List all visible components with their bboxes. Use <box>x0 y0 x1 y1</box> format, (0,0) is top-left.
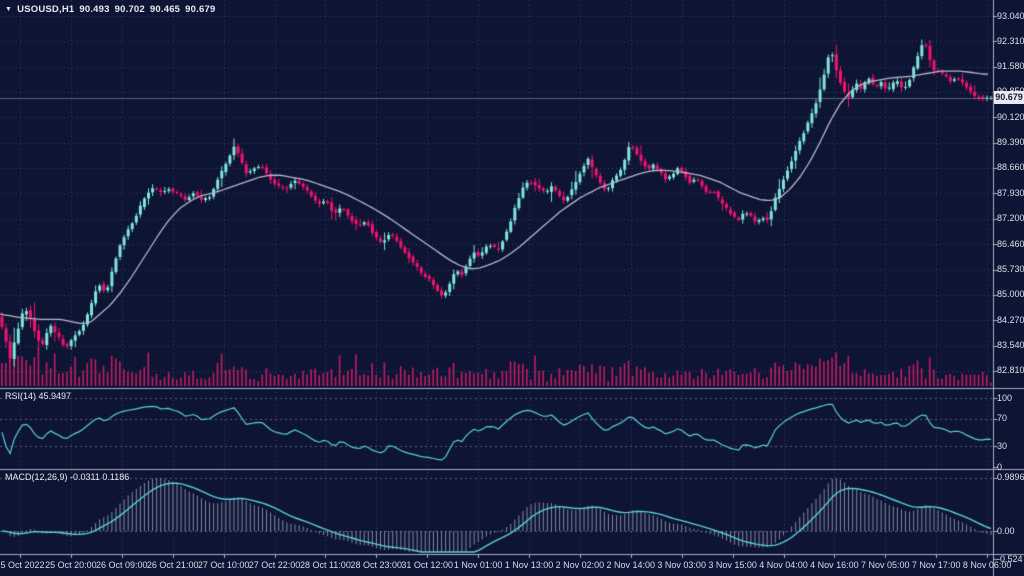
ohlc-open: 90.493 <box>79 4 109 15</box>
price-chart-canvas[interactable] <box>0 0 1024 576</box>
time-axis-label: 2 Nov 14:00 <box>607 560 656 570</box>
price-axis-label: 87.200 <box>997 213 1024 223</box>
time-axis-label: 26 Oct 21:00 <box>147 560 199 570</box>
price-axis-label: 84.270 <box>997 315 1024 325</box>
time-axis-label: 28 Oct 11:00 <box>300 560 351 570</box>
time-axis-label: 27 Oct 10:00 <box>198 560 250 570</box>
price-axis-label: 88.660 <box>997 162 1024 172</box>
current-price-tag: 90.679 <box>994 91 1024 104</box>
time-axis-label: 4 Nov 04:00 <box>759 560 808 570</box>
chart-header: ▼ USOUSD,H1 90.493 90.702 90.465 90.679 <box>5 4 215 15</box>
price-axis-label: 82.810 <box>997 365 1024 375</box>
price-axis-label: 85.730 <box>997 264 1024 274</box>
macd-indicator-label: MACD(12,26,9) -0.0311 0.1186 <box>5 472 129 482</box>
time-axis-label: 7 Nov 17:00 <box>912 560 961 570</box>
symbol-dropdown-icon[interactable]: ▼ <box>5 6 12 13</box>
time-axis-label: 31 Oct 12:00 <box>401 560 453 570</box>
ohlc-high: 90.702 <box>115 4 145 15</box>
time-axis-label: 8 Nov 06:00 <box>963 560 1012 570</box>
ohlc-close: 90.679 <box>185 4 215 15</box>
trading-chart-window: ▼ USOUSD,H1 90.493 90.702 90.465 90.679 … <box>0 0 1024 576</box>
time-axis-label: 7 Nov 05:00 <box>861 560 910 570</box>
price-axis-label: 91.580 <box>997 61 1024 71</box>
time-axis-label: 28 Oct 23:00 <box>351 560 403 570</box>
time-axis-label: 25 Oct 2022 <box>0 560 45 570</box>
macd-scale-label: 0.9896 <box>997 472 1024 482</box>
rsi-scale-label: 70 <box>997 413 1007 423</box>
price-axis-label: 93.040 <box>997 11 1024 21</box>
macd-scale-label: 0.00 <box>997 526 1015 536</box>
rsi-scale-label: 100 <box>997 393 1012 403</box>
time-axis-label: 26 Oct 09:00 <box>96 560 148 570</box>
rsi-indicator-label: RSI(14) 45.9497 <box>5 391 71 401</box>
ohlc-low: 90.465 <box>150 4 180 15</box>
rsi-scale-label: 0 <box>997 462 1002 472</box>
price-axis-label: 92.310 <box>997 36 1024 46</box>
time-axis-label: 3 Nov 15:00 <box>708 560 757 570</box>
time-axis-label: 1 Nov 01:00 <box>454 560 503 570</box>
time-axis-label: 4 Nov 16:00 <box>810 560 859 570</box>
time-axis-label: 25 Oct 20:00 <box>45 560 97 570</box>
time-axis-label: 1 Nov 13:00 <box>505 560 554 570</box>
symbol-period-label: USOUSD,H1 <box>17 4 74 15</box>
time-axis-label: 3 Nov 03:00 <box>657 560 706 570</box>
price-axis-label: 83.540 <box>997 340 1024 350</box>
price-axis-label: 90.120 <box>997 112 1024 122</box>
price-axis-label: 85.000 <box>997 289 1024 299</box>
price-axis-label: 87.930 <box>997 188 1024 198</box>
time-axis-label: 2 Nov 02:00 <box>556 560 605 570</box>
time-axis-label: 27 Oct 22:00 <box>249 560 301 570</box>
rsi-scale-label: 30 <box>997 441 1007 451</box>
price-axis-label: 89.390 <box>997 137 1024 147</box>
price-axis-label: 86.460 <box>997 239 1024 249</box>
